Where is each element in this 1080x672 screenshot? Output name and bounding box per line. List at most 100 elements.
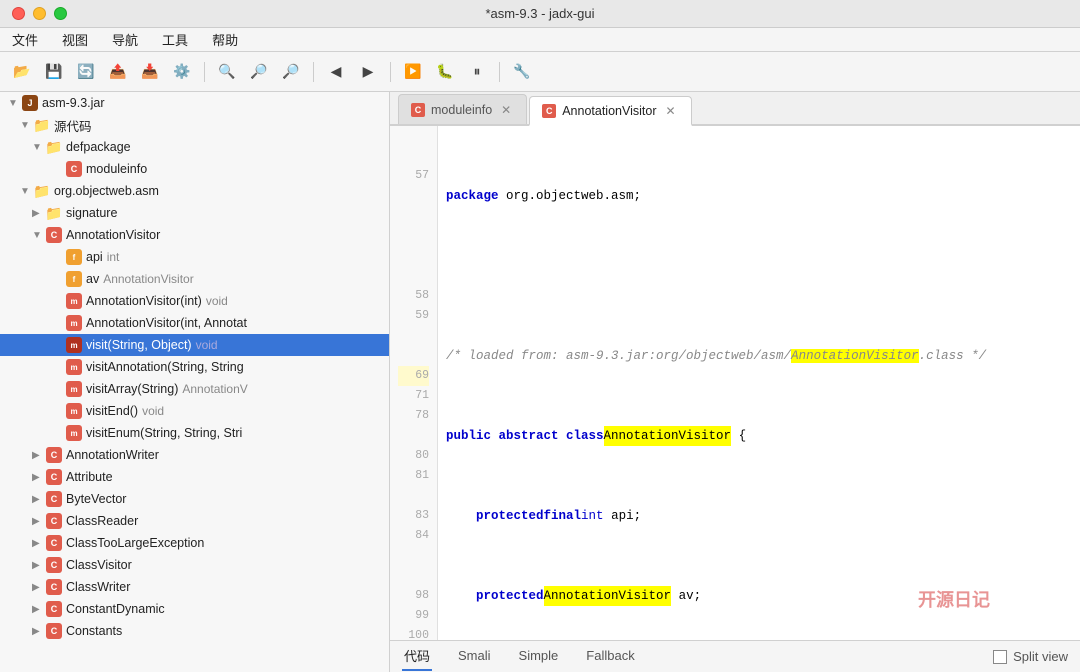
class-icon: C (46, 469, 62, 485)
toolbar-run[interactable]: ▶️ (399, 58, 427, 86)
line-num-blank6 (398, 246, 429, 266)
method-icon: m (66, 359, 82, 375)
line-num-57: 57 (398, 166, 429, 186)
menu-file[interactable]: 文件 (8, 28, 42, 51)
tab-label-moduleinfo: moduleinfo (431, 103, 492, 117)
sidebar-item-visitannotation[interactable]: m visitAnnotation(String, String (0, 356, 389, 378)
sidebar-item-jar[interactable]: ▼ J asm-9.3.jar (0, 92, 389, 114)
line-num-58: 58 (398, 286, 429, 306)
bottom-tab-code[interactable]: 代码 (402, 642, 432, 671)
av-label: av (86, 272, 99, 286)
menu-view[interactable]: 视图 (58, 28, 92, 51)
toolbar-bug[interactable]: 🐛 (431, 58, 459, 86)
sidebar-item-org-objectweb[interactable]: ▼ 📁 org.objectweb.asm (0, 180, 389, 202)
toolbar-pause[interactable]: ⏸ (463, 58, 491, 86)
tab-close-annotationvisitor[interactable]: ✕ (663, 103, 679, 119)
tab-icon-annotationvisitor: C (542, 104, 556, 118)
attribute-label: Attribute (66, 470, 113, 484)
tree-expand-arrow: ▶ (32, 516, 46, 527)
sidebar-item-ctor-int[interactable]: m AnnotationVisitor(int) void (0, 290, 389, 312)
window-title: *asm-9.3 - jadx-gui (485, 6, 594, 21)
line-num-99: 99 (398, 606, 429, 626)
sidebar-item-source[interactable]: ▼ 📁 源代码 (0, 114, 389, 136)
tree-expand-arrow: ▼ (32, 230, 46, 241)
sidebar-item-visitarray[interactable]: m visitArray(String) AnnotationV (0, 378, 389, 400)
close-button[interactable] (12, 7, 25, 20)
window-controls (12, 7, 67, 20)
code-line-av: protected AnnotationVisitor av; (446, 586, 1072, 606)
field-icon: f (66, 249, 82, 265)
toolbar-open[interactable]: 📂 (8, 58, 36, 86)
sidebar-item-classvisitor[interactable]: ▶ C ClassVisitor (0, 554, 389, 576)
sidebar-item-classreader[interactable]: ▶ C ClassReader (0, 510, 389, 532)
constantdynamic-label: ConstantDynamic (66, 602, 165, 616)
toolbar-export[interactable]: 📤 (104, 58, 132, 86)
class-icon: C (46, 447, 62, 463)
toolbar-back[interactable]: ◀ (322, 58, 350, 86)
tree-expand-arrow: ▼ (20, 120, 34, 131)
toolbar-search[interactable]: 🔍 (213, 58, 241, 86)
sidebar-item-av[interactable]: f av AnnotationVisitor (0, 268, 389, 290)
sidebar-item-attribute[interactable]: ▶ C Attribute (0, 466, 389, 488)
classwriter-label: ClassWriter (66, 580, 130, 594)
maximize-button[interactable] (54, 7, 67, 20)
sidebar-item-visit[interactable]: m visit(String, Object) void (0, 334, 389, 356)
tree-expand-arrow: ▼ (32, 142, 46, 153)
sidebar-item-api[interactable]: f api int (0, 246, 389, 268)
line-numbers: 57 58 59 69 71 78 80 81 83 84 (390, 126, 438, 640)
line-num-blank2 (398, 146, 429, 166)
tab-moduleinfo[interactable]: C moduleinfo ✕ (398, 94, 527, 124)
sidebar-item-signature[interactable]: ▶ 📁 signature (0, 202, 389, 224)
sidebar-item-classtoolarge[interactable]: ▶ C ClassTooLargeException (0, 532, 389, 554)
visitannotation-label: visitAnnotation(String, String (86, 360, 244, 374)
toolbar-export2[interactable]: 📥 (136, 58, 164, 86)
line-num-83: 83 (398, 506, 429, 526)
method-icon: m (66, 425, 82, 441)
sidebar-item-moduleinfo[interactable]: C moduleinfo (0, 158, 389, 180)
sidebar-item-defpackage[interactable]: ▼ 📁 defpackage (0, 136, 389, 158)
sidebar-item-constantdynamic[interactable]: ▶ C ConstantDynamic (0, 598, 389, 620)
folder-icon: 📁 (34, 117, 50, 133)
source-label: 源代码 (54, 116, 92, 135)
line-num-blank13 (398, 566, 429, 586)
split-view-checkbox[interactable] (993, 650, 1007, 664)
class-icon: C (46, 601, 62, 617)
toolbar-search2[interactable]: 🔎 (245, 58, 273, 86)
bottom-tab-fallback[interactable]: Fallback (584, 644, 636, 669)
sidebar-item-visitenum[interactable]: m visitEnum(String, String, Stri (0, 422, 389, 444)
class-icon: C (66, 161, 82, 177)
menu-help[interactable]: 帮助 (208, 28, 242, 51)
bottom-tab-smali[interactable]: Smali (456, 644, 493, 669)
toolbar-settings[interactable]: 🔧 (508, 58, 536, 86)
toolbar-forward[interactable]: ▶ (354, 58, 382, 86)
sidebar-item-annotationwriter[interactable]: ▶ C AnnotationWriter (0, 444, 389, 466)
tree-expand-arrow: ▶ (32, 626, 46, 637)
sidebar-item-bytevector[interactable]: ▶ C ByteVector (0, 488, 389, 510)
jar-icon: J (22, 95, 38, 111)
minimize-button[interactable] (33, 7, 46, 20)
toolbar-save[interactable]: 💾 (40, 58, 68, 86)
sidebar-item-ctor-int-annot[interactable]: m AnnotationVisitor(int, Annotat (0, 312, 389, 334)
bottom-tab-simple[interactable]: Simple (517, 644, 561, 669)
sidebar-item-classwriter[interactable]: ▶ C ClassWriter (0, 576, 389, 598)
line-num-80: 80 (398, 446, 429, 466)
defpackage-label: defpackage (66, 140, 131, 154)
split-view-group: Split view (993, 649, 1068, 664)
toolbar-search3[interactable]: 🔎 (277, 58, 305, 86)
api-label: api (86, 250, 103, 264)
code-editor[interactable]: 57 58 59 69 71 78 80 81 83 84 (390, 126, 1080, 640)
method-icon: m (66, 381, 82, 397)
sidebar-item-annotationvisitor[interactable]: ▼ C AnnotationVisitor (0, 224, 389, 246)
toolbar-reload[interactable]: 🔄 (72, 58, 100, 86)
tab-close-moduleinfo[interactable]: ✕ (498, 102, 514, 118)
field-icon: f (66, 271, 82, 287)
line-num-84: 84 (398, 526, 429, 546)
menu-tools[interactable]: 工具 (158, 28, 192, 51)
menu-navigate[interactable]: 导航 (108, 28, 142, 51)
line-num-blank5 (398, 226, 429, 246)
api-type: int (107, 250, 120, 264)
tab-annotationvisitor[interactable]: C AnnotationVisitor ✕ (529, 96, 691, 126)
toolbar-decompile[interactable]: ⚙️ (168, 58, 196, 86)
sidebar-item-constants[interactable]: ▶ C Constants (0, 620, 389, 642)
sidebar-item-visitend[interactable]: m visitEnd() void (0, 400, 389, 422)
